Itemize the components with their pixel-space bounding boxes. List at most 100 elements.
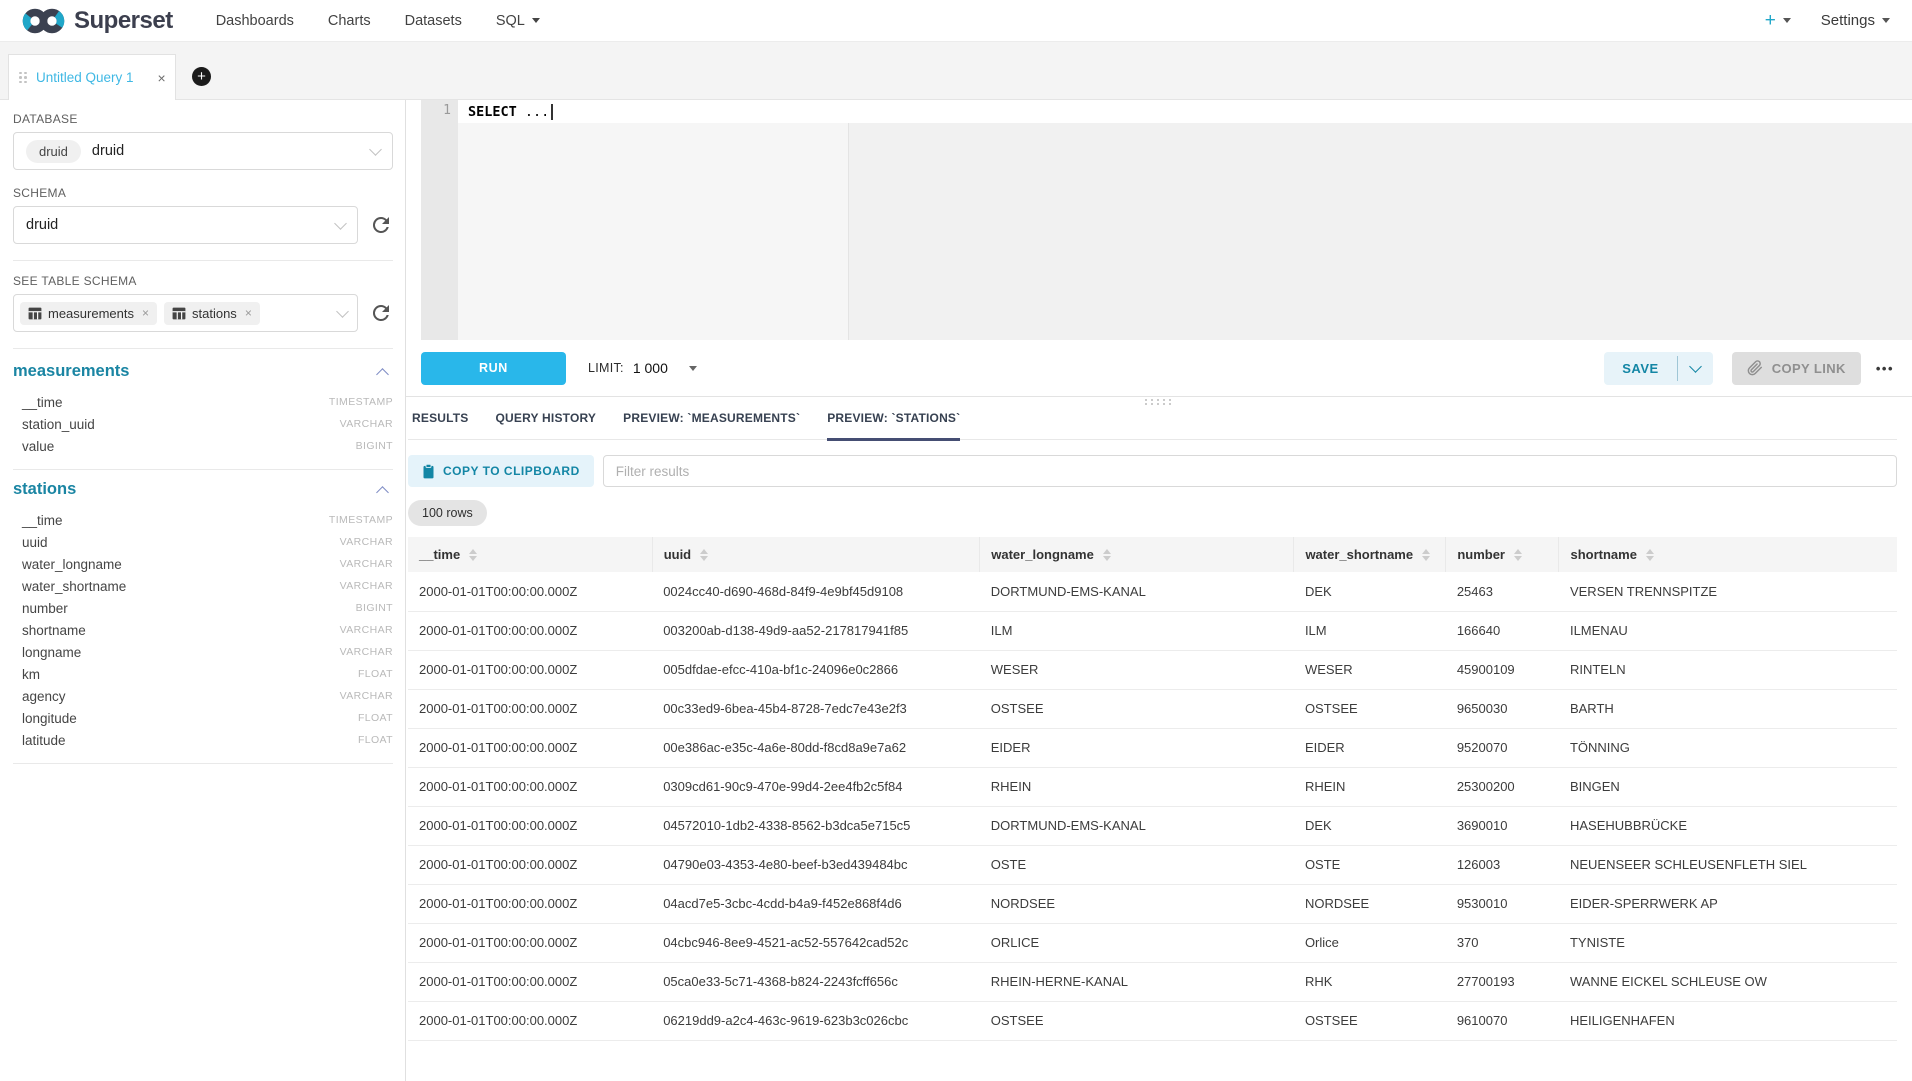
- table-cell: 45900109: [1446, 650, 1559, 689]
- table-cell: OSTE: [980, 845, 1294, 884]
- schema-column-row: km FLOAT: [13, 663, 393, 685]
- table-cell: TÖNNING: [1559, 728, 1897, 767]
- editor-gutter: 1: [421, 100, 458, 340]
- save-options-button[interactable]: [1678, 352, 1713, 385]
- column-header-uuid[interactable]: uuid: [652, 537, 980, 572]
- column-type: FLOAT: [358, 734, 393, 746]
- table-row: 2000-01-01T00:00:00.000Z003200ab-d138-49…: [408, 611, 1897, 650]
- results-tab-preview-measurements[interactable]: PREVIEW: `MEASUREMENTS`: [623, 411, 800, 441]
- refresh-tables-icon[interactable]: [369, 301, 393, 325]
- table-cell: 0024cc40-d690-468d-84f9-4e9bf45d9108: [652, 572, 980, 611]
- run-button[interactable]: RUN: [421, 352, 566, 385]
- table-cell: DORTMUND-EMS-KANAL: [980, 572, 1294, 611]
- remove-table-icon[interactable]: ×: [142, 306, 149, 320]
- results-tab-query-history[interactable]: QUERY HISTORY: [496, 411, 597, 441]
- table-cell: 9610070: [1446, 1001, 1559, 1040]
- nav-item-datasets[interactable]: Datasets: [388, 0, 479, 41]
- column-name: __time: [22, 513, 63, 528]
- copy-link-button[interactable]: COPY LINK: [1732, 352, 1861, 385]
- copy-to-clipboard-button[interactable]: COPY TO CLIPBOARD: [408, 455, 594, 487]
- table-cell: 2000-01-01T00:00:00.000Z: [408, 728, 652, 767]
- selected-table-pill-stations[interactable]: stations×: [164, 302, 260, 325]
- query-tab-untitled-1[interactable]: Untitled Query 1 ×: [8, 54, 176, 100]
- editor-toolbar: RUN LIMIT: 1 000 SAVE COPY: [406, 340, 1912, 397]
- selected-table-pills: measurements× stations×: [20, 302, 267, 325]
- close-tab-icon[interactable]: ×: [158, 71, 166, 85]
- superset-brand[interactable]: Superset: [22, 7, 173, 35]
- table-cell: 166640: [1446, 611, 1559, 650]
- results-tab-results[interactable]: RESULTS: [412, 411, 469, 441]
- main-panel: 1 SELECT ... RUN LIMIT: 1 000 SAVE: [406, 100, 1912, 1081]
- editor-active-line[interactable]: SELECT ...: [458, 100, 1912, 123]
- filter-results-input[interactable]: [603, 455, 1897, 487]
- column-type: VARCHAR: [340, 536, 393, 548]
- settings-menu[interactable]: Settings: [1821, 12, 1890, 29]
- results-tab-preview-stations[interactable]: PREVIEW: `STATIONS`: [827, 411, 960, 441]
- table-row: 2000-01-01T00:00:00.000Z0024cc40-d690-46…: [408, 572, 1897, 611]
- table-cell: NEUENSEER SCHLEUSENFLETH SIEL: [1559, 845, 1897, 884]
- column-name: agency: [22, 689, 66, 704]
- table-cell: 126003: [1446, 845, 1559, 884]
- database-label: DATABASE: [13, 112, 393, 126]
- sort-icon: [1646, 549, 1654, 561]
- text-cursor: [551, 104, 553, 120]
- table-cell: VERSEN TRENNSPITZE: [1559, 572, 1897, 611]
- table-cell: DEK: [1294, 806, 1446, 845]
- schema-section-header-stations[interactable]: stations: [13, 480, 393, 499]
- table-cell: 2000-01-01T00:00:00.000Z: [408, 962, 652, 1001]
- new-item-button[interactable]: +: [1765, 10, 1791, 32]
- column-type: TIMESTAMP: [329, 514, 393, 526]
- table-cell: 9650030: [1446, 689, 1559, 728]
- copy-to-clipboard-label: COPY TO CLIPBOARD: [443, 464, 580, 478]
- table-cell: OSTSEE: [1294, 689, 1446, 728]
- column-header-water-longname[interactable]: water_longname: [980, 537, 1294, 572]
- table-row: 2000-01-01T00:00:00.000Z04572010-1db2-43…: [408, 806, 1897, 845]
- table-cell: 27700193: [1446, 962, 1559, 1001]
- save-button[interactable]: SAVE: [1604, 352, 1676, 385]
- table-cell: EIDER: [980, 728, 1294, 767]
- column-header-time[interactable]: __time: [408, 537, 652, 572]
- table-cell: RHEIN: [980, 767, 1294, 806]
- column-header-number[interactable]: number: [1446, 537, 1559, 572]
- more-menu-button[interactable]: •••: [1876, 361, 1894, 376]
- refresh-schema-icon[interactable]: [369, 213, 393, 237]
- table-cell: OSTSEE: [1294, 1001, 1446, 1040]
- remove-table-icon[interactable]: ×: [245, 306, 252, 320]
- selected-table-pill-measurements[interactable]: measurements×: [20, 302, 157, 325]
- nav-item-charts[interactable]: Charts: [311, 0, 388, 41]
- chevron-down-icon: [1783, 18, 1791, 23]
- table-cell: OSTSEE: [980, 1001, 1294, 1040]
- database-select[interactable]: druid druid: [13, 132, 393, 170]
- schema-column-row: station_uuidVARCHAR: [13, 413, 393, 435]
- table-row: 2000-01-01T00:00:00.000Z05ca0e33-5c71-43…: [408, 962, 1897, 1001]
- column-name: km: [22, 667, 40, 682]
- column-name: uuid: [22, 535, 48, 550]
- limit-value: 1 000: [633, 360, 668, 376]
- limit-dropdown[interactable]: LIMIT: 1 000: [588, 360, 697, 376]
- table-select[interactable]: measurements× stations×: [13, 294, 358, 332]
- add-tab-button[interactable]: +: [192, 67, 211, 86]
- line-number: 1: [443, 103, 451, 118]
- schema-section-header-measurements[interactable]: measurements: [13, 362, 393, 381]
- table-cell: DORTMUND-EMS-KANAL: [980, 806, 1294, 845]
- nav-item-dashboards[interactable]: Dashboards: [199, 0, 311, 41]
- table-cell: 25463: [1446, 572, 1559, 611]
- table-cell: 3690010: [1446, 806, 1559, 845]
- column-type: FLOAT: [358, 668, 393, 680]
- table-cell: NORDSEE: [1294, 884, 1446, 923]
- column-header-water-shortname[interactable]: water_shortname: [1294, 537, 1446, 572]
- table-cell: EIDER: [1294, 728, 1446, 767]
- sql-editor[interactable]: 1 SELECT ...: [421, 100, 1912, 340]
- column-header-shortname[interactable]: shortname: [1559, 537, 1897, 572]
- schema-select[interactable]: druid: [13, 206, 358, 244]
- drag-handle-icon[interactable]: [19, 72, 27, 84]
- column-type: TIMESTAMP: [329, 396, 393, 408]
- column-name: water_shortname: [22, 579, 126, 594]
- table-row: 2000-01-01T00:00:00.000Z04acd7e5-3cbc-4c…: [408, 884, 1897, 923]
- column-type: VARCHAR: [340, 558, 393, 570]
- chevron-down-icon: [334, 217, 347, 230]
- table-cell: 2000-01-01T00:00:00.000Z: [408, 923, 652, 962]
- table-cell: 05ca0e33-5c71-4368-b824-2243fcff656c: [652, 962, 980, 1001]
- nav-item-sql[interactable]: SQL: [479, 0, 557, 41]
- resize-grip-icon[interactable]: [1145, 399, 1173, 405]
